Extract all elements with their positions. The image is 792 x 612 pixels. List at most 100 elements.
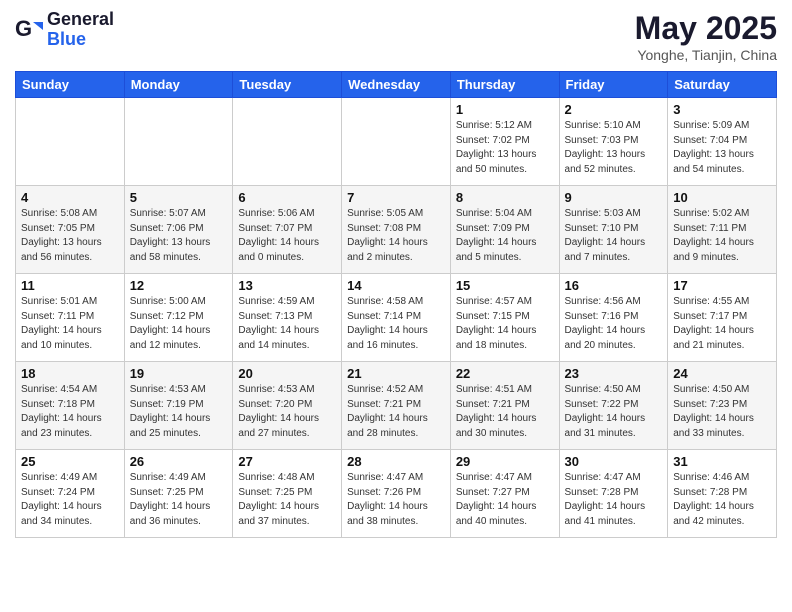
logo-blue-text: Blue — [47, 30, 114, 50]
day-info: Sunrise: 5:10 AM Sunset: 7:03 PM Dayligh… — [565, 119, 663, 177]
day-number: 7 — [347, 190, 445, 205]
logo-icon: G — [15, 16, 43, 44]
day-info: Sunrise: 4:56 AM Sunset: 7:16 PM Dayligh… — [565, 295, 663, 353]
calendar-cell — [124, 98, 233, 186]
day-number: 31 — [673, 454, 771, 469]
calendar-cell: 8Sunrise: 5:04 AM Sunset: 7:09 PM Daylig… — [450, 186, 559, 274]
calendar-cell: 18 Sunrise: 4:54 AM Sunset: 7:18 PM Dayli… — [16, 362, 125, 450]
day-info: Sunrise: 5:03 AM Sunset: 7:10 PM Dayligh… — [565, 207, 663, 265]
day-number: 15 — [456, 278, 554, 293]
day-number: 8 — [456, 190, 554, 205]
day-number: 21 — [347, 366, 445, 381]
day-info: Sunrise: 5:05 AM Sunset: 7:08 PM Dayligh… — [347, 207, 445, 265]
day-number: 14 — [347, 278, 445, 293]
day-number: 3 — [673, 102, 771, 117]
day-number: 23 — [565, 366, 663, 381]
day-info: Sunrise: 4:51 AM Sunset: 7:21 PM Dayligh… — [456, 383, 554, 441]
calendar-cell: 15Sunrise: 4:57 AM Sunset: 7:15 PM Dayli… — [450, 274, 559, 362]
day-number: 28 — [347, 454, 445, 469]
calendar-cell: 14 Sunrise: 4:58 AM Sunset: 7:14 PM Dayli… — [342, 274, 451, 362]
header-sunday: Sunday — [16, 72, 125, 98]
calendar-table: SundayMondayTuesdayWednesdayThursdayFrid… — [15, 71, 777, 538]
calendar-cell — [233, 98, 342, 186]
day-info: Sunrise: 4:50 AM Sunset: 7:23 PM Dayligh… — [673, 383, 771, 441]
calendar-cell: 28 Sunrise: 4:47 AM Sunset: 7:26 PM Dayli… — [342, 450, 451, 538]
calendar-week-row: 18 Sunrise: 4:54 AM Sunset: 7:18 PM Dayli… — [16, 362, 777, 450]
page-header: G General Blue May 2025 Yonghe, Tianjin,… — [15, 10, 777, 63]
calendar-cell: 30Sunrise: 4:47 AM Sunset: 7:28 PM Dayli… — [559, 450, 668, 538]
day-info: Sunrise: 5:06 AM Sunset: 7:07 PM Dayligh… — [238, 207, 336, 265]
header-monday: Monday — [124, 72, 233, 98]
header-thursday: Thursday — [450, 72, 559, 98]
calendar-cell: 11Sunrise: 5:01 AM Sunset: 7:11 PM Dayli… — [16, 274, 125, 362]
day-info: Sunrise: 4:49 AM Sunset: 7:24 PM Dayligh… — [21, 471, 119, 529]
calendar-cell: 21 Sunrise: 4:52 AM Sunset: 7:21 PM Dayli… — [342, 362, 451, 450]
calendar-cell: 1 Sunrise: 5:12 AM Sunset: 7:02 PM Daylig… — [450, 98, 559, 186]
day-number: 26 — [130, 454, 228, 469]
calendar-cell: 7 Sunrise: 5:05 AM Sunset: 7:08 PM Daylig… — [342, 186, 451, 274]
header-friday: Friday — [559, 72, 668, 98]
day-info: Sunrise: 4:46 AM Sunset: 7:28 PM Dayligh… — [673, 471, 771, 529]
day-info: Sunrise: 4:50 AM Sunset: 7:22 PM Dayligh… — [565, 383, 663, 441]
calendar-cell: 10Sunrise: 5:02 AM Sunset: 7:11 PM Dayli… — [668, 186, 777, 274]
day-info: Sunrise: 4:53 AM Sunset: 7:19 PM Dayligh… — [130, 383, 228, 441]
day-info: Sunrise: 4:59 AM Sunset: 7:13 PM Dayligh… — [238, 295, 336, 353]
title-block: May 2025 Yonghe, Tianjin, China — [635, 10, 777, 63]
day-number: 12 — [130, 278, 228, 293]
calendar-header-row: SundayMondayTuesdayWednesdayThursdayFrid… — [16, 72, 777, 98]
day-info: Sunrise: 4:47 AM Sunset: 7:27 PM Dayligh… — [456, 471, 554, 529]
calendar-cell: 12Sunrise: 5:00 AM Sunset: 7:12 PM Dayli… — [124, 274, 233, 362]
day-number: 29 — [456, 454, 554, 469]
day-number: 5 — [130, 190, 228, 205]
day-info: Sunrise: 4:53 AM Sunset: 7:20 PM Dayligh… — [238, 383, 336, 441]
day-number: 25 — [21, 454, 119, 469]
header-tuesday: Tuesday — [233, 72, 342, 98]
day-number: 4 — [21, 190, 119, 205]
calendar-cell: 26 Sunrise: 4:49 AM Sunset: 7:25 PM Dayli… — [124, 450, 233, 538]
calendar-cell: 19 Sunrise: 4:53 AM Sunset: 7:19 PM Dayli… — [124, 362, 233, 450]
day-info: Sunrise: 5:08 AM Sunset: 7:05 PM Dayligh… — [21, 207, 119, 265]
header-wednesday: Wednesday — [342, 72, 451, 98]
day-info: Sunrise: 4:49 AM Sunset: 7:25 PM Dayligh… — [130, 471, 228, 529]
day-number: 24 — [673, 366, 771, 381]
calendar-cell: 17 Sunrise: 4:55 AM Sunset: 7:17 PM Dayli… — [668, 274, 777, 362]
calendar-cell: 9Sunrise: 5:03 AM Sunset: 7:10 PM Daylig… — [559, 186, 668, 274]
day-info: Sunrise: 4:54 AM Sunset: 7:18 PM Dayligh… — [21, 383, 119, 441]
day-number: 1 — [456, 102, 554, 117]
day-number: 27 — [238, 454, 336, 469]
calendar-week-row: 1 Sunrise: 5:12 AM Sunset: 7:02 PM Daylig… — [16, 98, 777, 186]
day-number: 18 — [21, 366, 119, 381]
calendar-cell: 24 Sunrise: 4:50 AM Sunset: 7:23 PM Dayli… — [668, 362, 777, 450]
day-info: Sunrise: 5:12 AM Sunset: 7:02 PM Dayligh… — [456, 119, 554, 177]
calendar-cell: 27Sunrise: 4:48 AM Sunset: 7:25 PM Dayli… — [233, 450, 342, 538]
logo: G General Blue — [15, 10, 114, 50]
day-number: 13 — [238, 278, 336, 293]
calendar-cell: 31 Sunrise: 4:46 AM Sunset: 7:28 PM Dayli… — [668, 450, 777, 538]
calendar-week-row: 4 Sunrise: 5:08 AM Sunset: 7:05 PM Daylig… — [16, 186, 777, 274]
calendar-cell: 25 Sunrise: 4:49 AM Sunset: 7:24 PM Dayli… — [16, 450, 125, 538]
calendar-cell: 16Sunrise: 4:56 AM Sunset: 7:16 PM Dayli… — [559, 274, 668, 362]
calendar-cell: 13 Sunrise: 4:59 AM Sunset: 7:13 PM Dayli… — [233, 274, 342, 362]
calendar-cell: 3Sunrise: 5:09 AM Sunset: 7:04 PM Daylig… — [668, 98, 777, 186]
calendar-week-row: 11Sunrise: 5:01 AM Sunset: 7:11 PM Dayli… — [16, 274, 777, 362]
calendar-cell: 5Sunrise: 5:07 AM Sunset: 7:06 PM Daylig… — [124, 186, 233, 274]
day-info: Sunrise: 4:58 AM Sunset: 7:14 PM Dayligh… — [347, 295, 445, 353]
day-number: 30 — [565, 454, 663, 469]
header-saturday: Saturday — [668, 72, 777, 98]
day-number: 6 — [238, 190, 336, 205]
calendar-title: May 2025 — [635, 10, 777, 47]
day-info: Sunrise: 5:02 AM Sunset: 7:11 PM Dayligh… — [673, 207, 771, 265]
day-number: 19 — [130, 366, 228, 381]
logo-general-text: General — [47, 10, 114, 30]
day-number: 11 — [21, 278, 119, 293]
calendar-week-row: 25 Sunrise: 4:49 AM Sunset: 7:24 PM Dayli… — [16, 450, 777, 538]
calendar-cell: 22Sunrise: 4:51 AM Sunset: 7:21 PM Dayli… — [450, 362, 559, 450]
calendar-cell: 2Sunrise: 5:10 AM Sunset: 7:03 PM Daylig… — [559, 98, 668, 186]
day-number: 17 — [673, 278, 771, 293]
day-info: Sunrise: 4:47 AM Sunset: 7:26 PM Dayligh… — [347, 471, 445, 529]
svg-text:G: G — [15, 16, 32, 41]
calendar-cell — [16, 98, 125, 186]
calendar-cell: 6 Sunrise: 5:06 AM Sunset: 7:07 PM Daylig… — [233, 186, 342, 274]
day-info: Sunrise: 4:55 AM Sunset: 7:17 PM Dayligh… — [673, 295, 771, 353]
day-info: Sunrise: 4:52 AM Sunset: 7:21 PM Dayligh… — [347, 383, 445, 441]
